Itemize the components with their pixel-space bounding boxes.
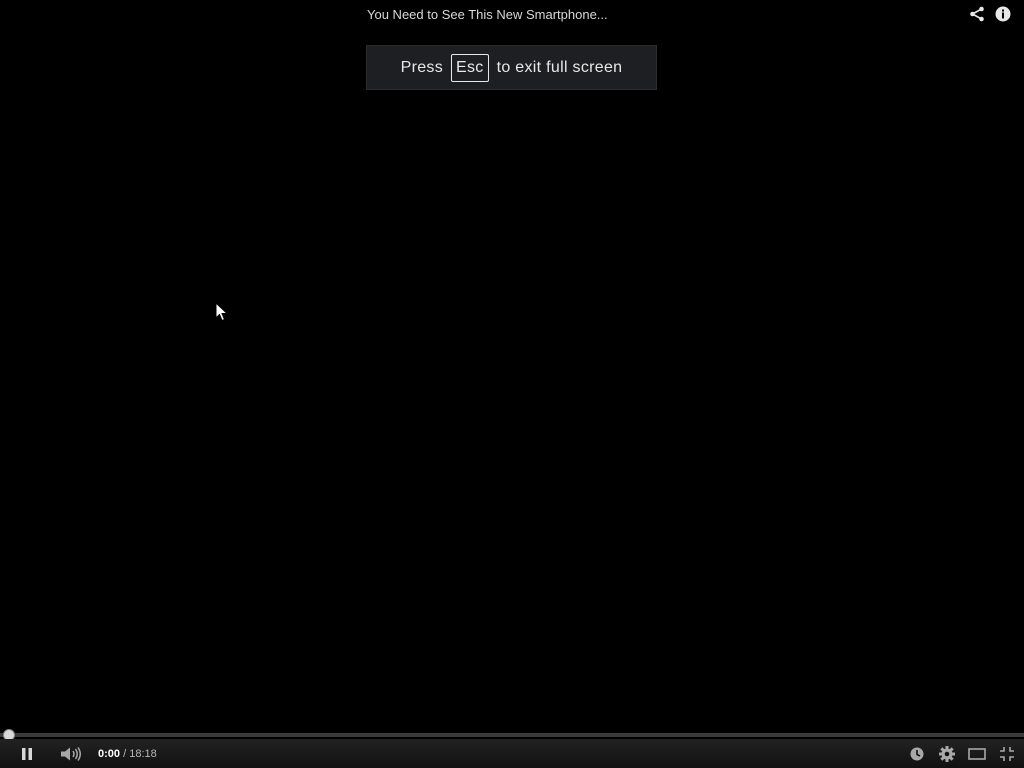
time-display: 0:00 / 18:18 bbox=[98, 748, 157, 760]
progress-bar[interactable] bbox=[0, 733, 1024, 737]
volume-button[interactable] bbox=[56, 739, 86, 768]
exit-fullscreen-button[interactable] bbox=[992, 739, 1022, 768]
notice-suffix: to exit full screen bbox=[496, 58, 623, 76]
duration: 18:18 bbox=[129, 747, 157, 760]
theater-mode-button[interactable] bbox=[962, 739, 992, 768]
exit-fullscreen-icon bbox=[1000, 746, 1014, 761]
pause-button[interactable] bbox=[12, 739, 42, 768]
esc-key-label: Esc bbox=[451, 53, 489, 82]
info-icon[interactable] bbox=[994, 5, 1012, 23]
pause-icon bbox=[22, 747, 32, 760]
exit-fullscreen-notice: Press Esc to exit full screen bbox=[366, 45, 657, 90]
video-title[interactable]: You Need to See This New Smartphone... bbox=[367, 6, 608, 23]
settings-button[interactable] bbox=[932, 739, 962, 768]
share-icon[interactable] bbox=[968, 5, 986, 23]
video-player[interactable]: You Need to See This New Smartphone... P… bbox=[0, 0, 1024, 768]
volume-icon bbox=[61, 746, 81, 761]
current-time: 0:00 bbox=[98, 747, 121, 760]
time-separator: / bbox=[123, 747, 127, 760]
notice-prefix: Press bbox=[400, 58, 444, 76]
theater-mode-icon bbox=[968, 747, 986, 760]
control-bar: 0:00 / 18:18 bbox=[0, 739, 1024, 768]
mouse-cursor-icon bbox=[215, 302, 229, 322]
settings-icon bbox=[939, 745, 955, 762]
watch-later-button[interactable] bbox=[902, 739, 932, 768]
right-controls bbox=[902, 739, 1024, 768]
watch-later-icon bbox=[910, 747, 924, 760]
top-icons bbox=[968, 5, 1012, 23]
